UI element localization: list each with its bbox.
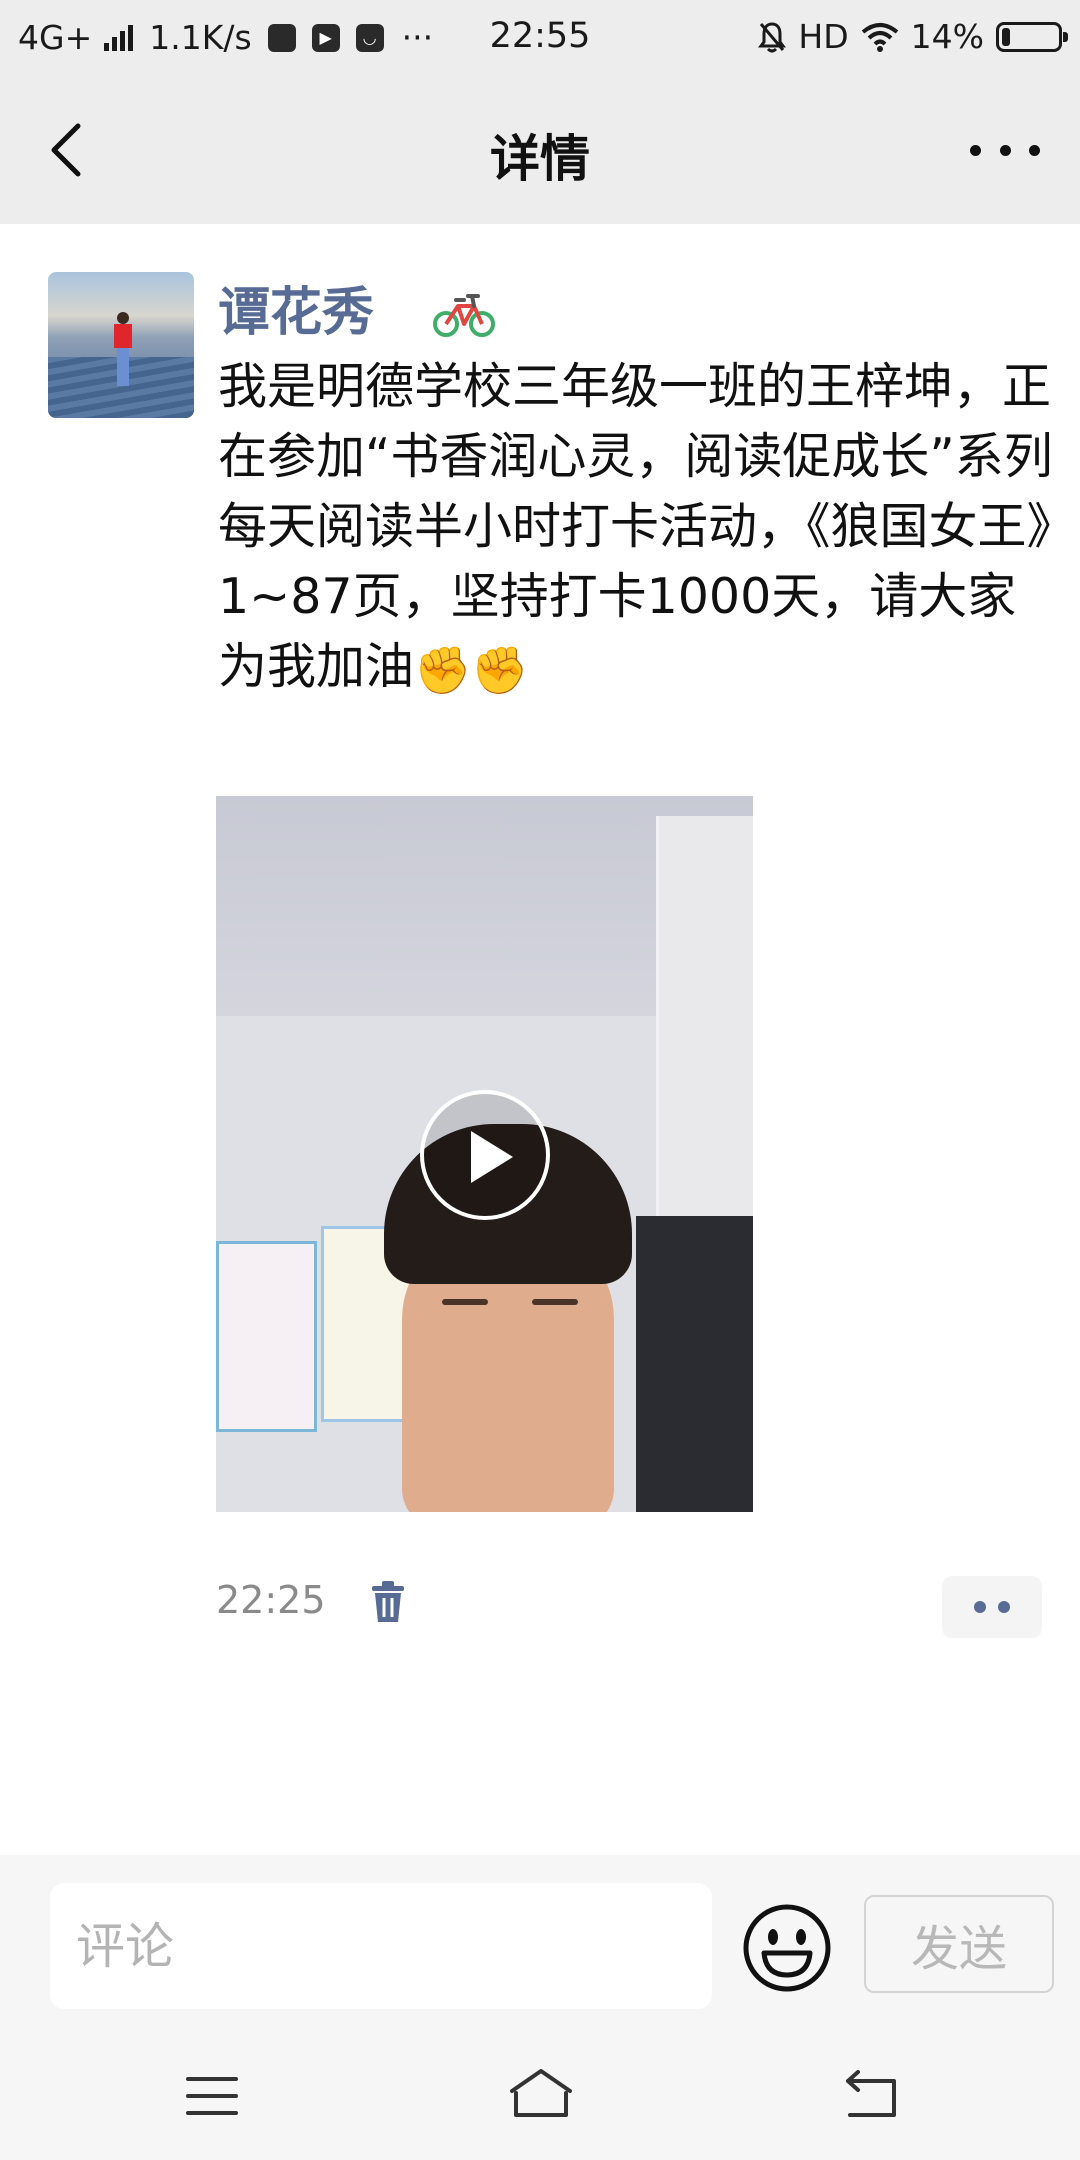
post-time: 22:25 [216, 1578, 326, 1622]
fist-emoji: ✊✊ [414, 642, 529, 697]
battery-percent: 14% [910, 17, 984, 56]
nav-bar: 详情 [0, 76, 1080, 224]
play-icon[interactable] [420, 1090, 550, 1220]
post-text: 我是明德学校三年级一班的王梓坤，正在参加“书香润心灵，阅读促成长”系列每天阅读半… [218, 352, 1058, 705]
trash-icon[interactable] [370, 1580, 406, 1624]
comment-like-button[interactable] [942, 1576, 1042, 1638]
smiley-icon[interactable] [742, 1903, 832, 1993]
back-icon[interactable] [842, 2069, 900, 2119]
send-button[interactable]: 发送 [864, 1895, 1054, 1993]
comment-bar: 发送 [0, 1855, 1080, 2045]
bicycle-icon [433, 294, 495, 337]
page-title: 详情 [490, 130, 590, 188]
menu-icon[interactable] [186, 2075, 238, 2117]
battery-icon [996, 21, 1068, 52]
post-author-name[interactable]: 谭花秀 [218, 270, 374, 345]
post-body: 我是明德学校三年级一班的王梓坤，正在参加“书香润心灵，阅读促成长”系列每天阅读半… [218, 358, 1053, 695]
comment-input[interactable] [50, 1883, 712, 2009]
battery-fill [1002, 27, 1010, 46]
avatar[interactable] [48, 272, 194, 418]
mute-bell-icon [758, 21, 787, 52]
status-bar: 4G+ 1.1K/s ▶ ◡ ··· 22:55 HD 14% [0, 0, 1080, 76]
status-right: HD 14% [758, 17, 1068, 56]
home-icon[interactable] [508, 2067, 574, 2119]
wifi-icon [861, 22, 898, 52]
more-horizontal-icon[interactable] [970, 130, 1040, 170]
hd-indicator: HD [798, 17, 849, 56]
system-nav-bar [0, 2045, 1080, 2160]
